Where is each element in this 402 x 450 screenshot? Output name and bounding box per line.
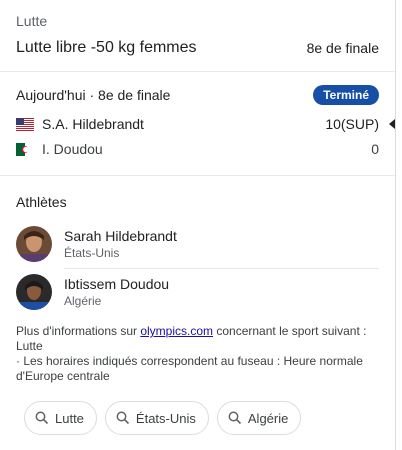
chip-label: Lutte <box>55 410 84 426</box>
chip-label: Algérie <box>247 410 289 426</box>
athletes-title: Athlètes <box>16 194 67 210</box>
event-header[interactable]: Lutte libre -50 kg femmes 8e de finale <box>16 38 379 58</box>
algeria-flag-icon <box>16 142 34 156</box>
divider <box>0 175 395 176</box>
athlete-item[interactable]: Sarah Hildebrandt États-Unis <box>16 224 379 264</box>
avatar <box>16 274 52 310</box>
timezone-note: · Les horaires indiqués correspondent au… <box>16 354 363 383</box>
match-header: Aujourd'hui · 8e de finale Terminé <box>16 84 379 106</box>
search-chip[interactable]: États-Unis <box>104 401 209 435</box>
competitor-row[interactable]: I. Doudou 0 <box>16 139 379 159</box>
search-chip[interactable]: Algérie <box>216 401 302 435</box>
status-badge: Terminé <box>313 85 379 105</box>
info-text: Plus d'informations sur olympics.com con… <box>16 324 375 384</box>
competitor-name: I. Doudou <box>42 141 103 157</box>
athlete-name: Ibtissem Doudou <box>64 276 170 292</box>
competitor-row[interactable]: S.A. Hildebrandt 10(SUP) <box>16 114 395 134</box>
info-prefix: Plus d'informations sur <box>16 324 141 338</box>
olympics-link[interactable]: olympics.com <box>140 324 213 338</box>
competitor-name: S.A. Hildebrandt <box>42 116 144 132</box>
search-icon <box>116 411 129 425</box>
chip-label: États-Unis <box>135 410 196 426</box>
event-round: 8e de finale <box>306 40 379 56</box>
usa-flag-icon <box>16 117 34 131</box>
avatar <box>16 226 52 262</box>
divider <box>64 268 379 269</box>
sport-label: Lutte <box>16 13 48 29</box>
related-searches: Lutte États-Unis Algérie <box>24 401 302 435</box>
divider <box>0 71 395 72</box>
athlete-name: Sarah Hildebrandt <box>64 228 177 244</box>
athlete-country: Algérie <box>64 294 102 308</box>
results-card: Lutte Lutte libre -50 kg femmes 8e de fi… <box>0 0 396 450</box>
competitor-score: 10(SUP) <box>325 116 379 132</box>
athlete-item[interactable]: Ibtissem Doudou Algérie <box>16 272 379 312</box>
search-icon <box>228 411 241 425</box>
search-icon <box>35 411 49 425</box>
athlete-country: États-Unis <box>64 246 120 260</box>
competitor-score: 0 <box>371 141 379 157</box>
winner-arrow-icon <box>389 119 395 129</box>
match-label: Aujourd'hui · 8e de finale <box>16 87 171 103</box>
search-chip[interactable]: Lutte <box>24 401 97 435</box>
event-title: Lutte libre -50 kg femmes <box>16 39 197 56</box>
